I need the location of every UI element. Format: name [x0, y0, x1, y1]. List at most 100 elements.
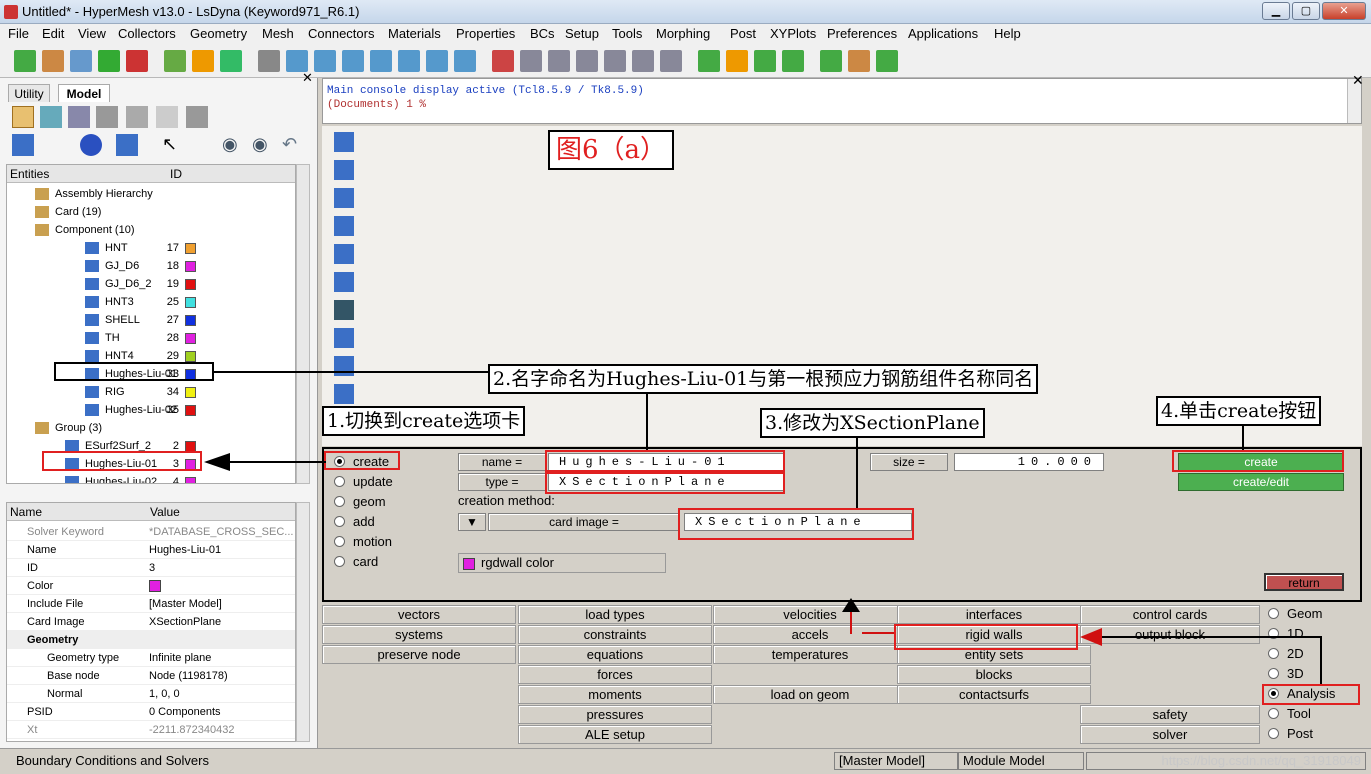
toolbar-tool-11-icon[interactable]: [314, 50, 336, 72]
toolbar-tool-16-icon[interactable]: [454, 50, 476, 72]
close-button[interactable]: ✕: [1322, 2, 1366, 20]
page-contactsurfs[interactable]: contactsurfs: [897, 685, 1091, 704]
radio-post[interactable]: Post: [1268, 726, 1313, 741]
toolbar-tool-6-icon[interactable]: [164, 50, 186, 72]
page-accels[interactable]: accels: [713, 625, 907, 644]
toolbar-tool-26-icon[interactable]: [754, 50, 776, 72]
radio-tool[interactable]: Tool: [1268, 706, 1311, 721]
menu-post[interactable]: Post: [730, 26, 756, 41]
tree-row[interactable]: HNT 17: [7, 239, 295, 257]
abc-icon[interactable]: [334, 356, 354, 376]
props-scrollbar[interactable]: [296, 502, 310, 742]
radio-3d[interactable]: 3D: [1268, 666, 1304, 681]
menu-file[interactable]: File: [8, 26, 29, 41]
view-cube-icon[interactable]: [12, 134, 34, 156]
toolbar-tool-27-icon[interactable]: [782, 50, 804, 72]
page-systems[interactable]: systems: [322, 625, 516, 644]
menu-collectors[interactable]: Collectors: [118, 26, 176, 41]
mesh-icon[interactable]: [334, 188, 354, 208]
menu-tools[interactable]: Tools: [612, 26, 642, 41]
menu-applications[interactable]: Applications: [908, 26, 978, 41]
tree-row[interactable]: Component (10): [7, 221, 295, 239]
menu-bcs[interactable]: BCs: [530, 26, 555, 41]
type-label[interactable]: type =: [458, 473, 546, 491]
page-output-block[interactable]: output block: [1080, 625, 1260, 644]
tab-utility[interactable]: Utility: [8, 84, 50, 102]
radio-motion[interactable]: motion: [334, 534, 392, 549]
pointer-icon[interactable]: ↖: [162, 134, 184, 156]
find-icon[interactable]: [334, 272, 354, 292]
move-icon[interactable]: [334, 160, 354, 180]
page-control-cards[interactable]: control cards: [1080, 605, 1260, 624]
module-model-box[interactable]: Module Model: [958, 752, 1084, 770]
toolbar-tool-13-icon[interactable]: [370, 50, 392, 72]
element-icon[interactable]: [334, 216, 354, 236]
radio-update[interactable]: update: [334, 474, 393, 489]
toolbar-tool-7-icon[interactable]: [192, 50, 214, 72]
page-load-on-geom[interactable]: load on geom: [713, 685, 907, 704]
page-forces[interactable]: forces: [518, 665, 712, 684]
close-panel-icon[interactable]: ✕: [302, 70, 313, 86]
page-interfaces[interactable]: interfaces: [897, 605, 1091, 624]
console[interactable]: Main console display active (Tcl8.5.9 / …: [322, 78, 1362, 124]
tree-row[interactable]: RIG 34: [7, 383, 295, 401]
rgdwall-color-button[interactable]: rgdwall color: [458, 553, 666, 573]
toolbar-tool-15-icon[interactable]: [426, 50, 448, 72]
tree-row[interactable]: Assembly Hierarchy: [7, 185, 295, 203]
toolbar-tool-19-icon[interactable]: [548, 50, 570, 72]
radio-geom[interactable]: geom: [334, 494, 386, 509]
page-pressures[interactable]: pressures: [518, 705, 712, 724]
toolbar-tool-21-icon[interactable]: [604, 50, 626, 72]
page-constraints[interactable]: constraints: [518, 625, 712, 644]
toolbar-tool-5-icon[interactable]: [126, 50, 148, 72]
stack-icon[interactable]: [126, 106, 148, 128]
arrow-icon[interactable]: [334, 384, 354, 404]
page-blocks[interactable]: blocks: [897, 665, 1091, 684]
tree-row[interactable]: GJ_D6 18: [7, 257, 295, 275]
toolbar-tool-9-icon[interactable]: [258, 50, 280, 72]
toolbar-tool-17-icon[interactable]: [492, 50, 514, 72]
menu-preferences[interactable]: Preferences: [827, 26, 897, 41]
card-image-toggle[interactable]: ▼: [458, 513, 486, 531]
minimize-button[interactable]: ▁: [1262, 2, 1290, 20]
page-temperatures[interactable]: temperatures: [713, 645, 907, 664]
page-equations[interactable]: equations: [518, 645, 712, 664]
browser-icon[interactable]: [12, 106, 34, 128]
size-field[interactable]: 10.000: [954, 453, 1104, 471]
tree-row[interactable]: Hughes-Liu-02 4: [7, 473, 295, 483]
menu-edit[interactable]: Edit: [42, 26, 64, 41]
radio-card[interactable]: card: [334, 554, 378, 569]
binoculars-icon[interactable]: [334, 300, 354, 320]
tools-icon[interactable]: [186, 106, 208, 128]
toolbar-tool-18-icon[interactable]: [520, 50, 542, 72]
toolbar-tool-24-icon[interactable]: [698, 50, 720, 72]
toolbar-tool-8-icon[interactable]: [220, 50, 242, 72]
page-vectors[interactable]: vectors: [322, 605, 516, 624]
page-safety[interactable]: safety: [1080, 705, 1260, 724]
maximize-button[interactable]: ▢: [1292, 2, 1320, 20]
create-edit-button[interactable]: create/edit: [1178, 473, 1344, 491]
toolbar-tool-22-icon[interactable]: [632, 50, 654, 72]
eye-one-icon[interactable]: ◉: [252, 134, 274, 156]
page-velocities[interactable]: velocities: [713, 605, 907, 624]
part-icon[interactable]: [68, 106, 90, 128]
display-icon[interactable]: [116, 134, 138, 156]
return-button[interactable]: return: [1264, 573, 1344, 591]
reflect-icon[interactable]: [334, 244, 354, 264]
menu-mesh[interactable]: Mesh: [262, 26, 294, 41]
radio-2d[interactable]: 2D: [1268, 646, 1304, 661]
toolbar-tool-4-icon[interactable]: [98, 50, 120, 72]
toolbar-tool-3-icon[interactable]: [70, 50, 92, 72]
connector-browser-icon[interactable]: [40, 106, 62, 128]
tree-scrollbar[interactable]: [296, 164, 310, 484]
radio-geom[interactable]: Geom: [1268, 606, 1322, 621]
page-solver[interactable]: solver: [1080, 725, 1260, 744]
toolbar-tool-12-icon[interactable]: [342, 50, 364, 72]
menu-connectors[interactable]: Connectors: [308, 26, 374, 41]
tree-row[interactable]: Hughes-Liu-02 35: [7, 401, 295, 419]
tree-row[interactable]: TH 28: [7, 329, 295, 347]
menu-properties[interactable]: Properties: [456, 26, 515, 41]
menu-help[interactable]: Help: [994, 26, 1021, 41]
menu-geometry[interactable]: Geometry: [190, 26, 247, 41]
menu-xyplots[interactable]: XYPlots: [770, 26, 816, 41]
